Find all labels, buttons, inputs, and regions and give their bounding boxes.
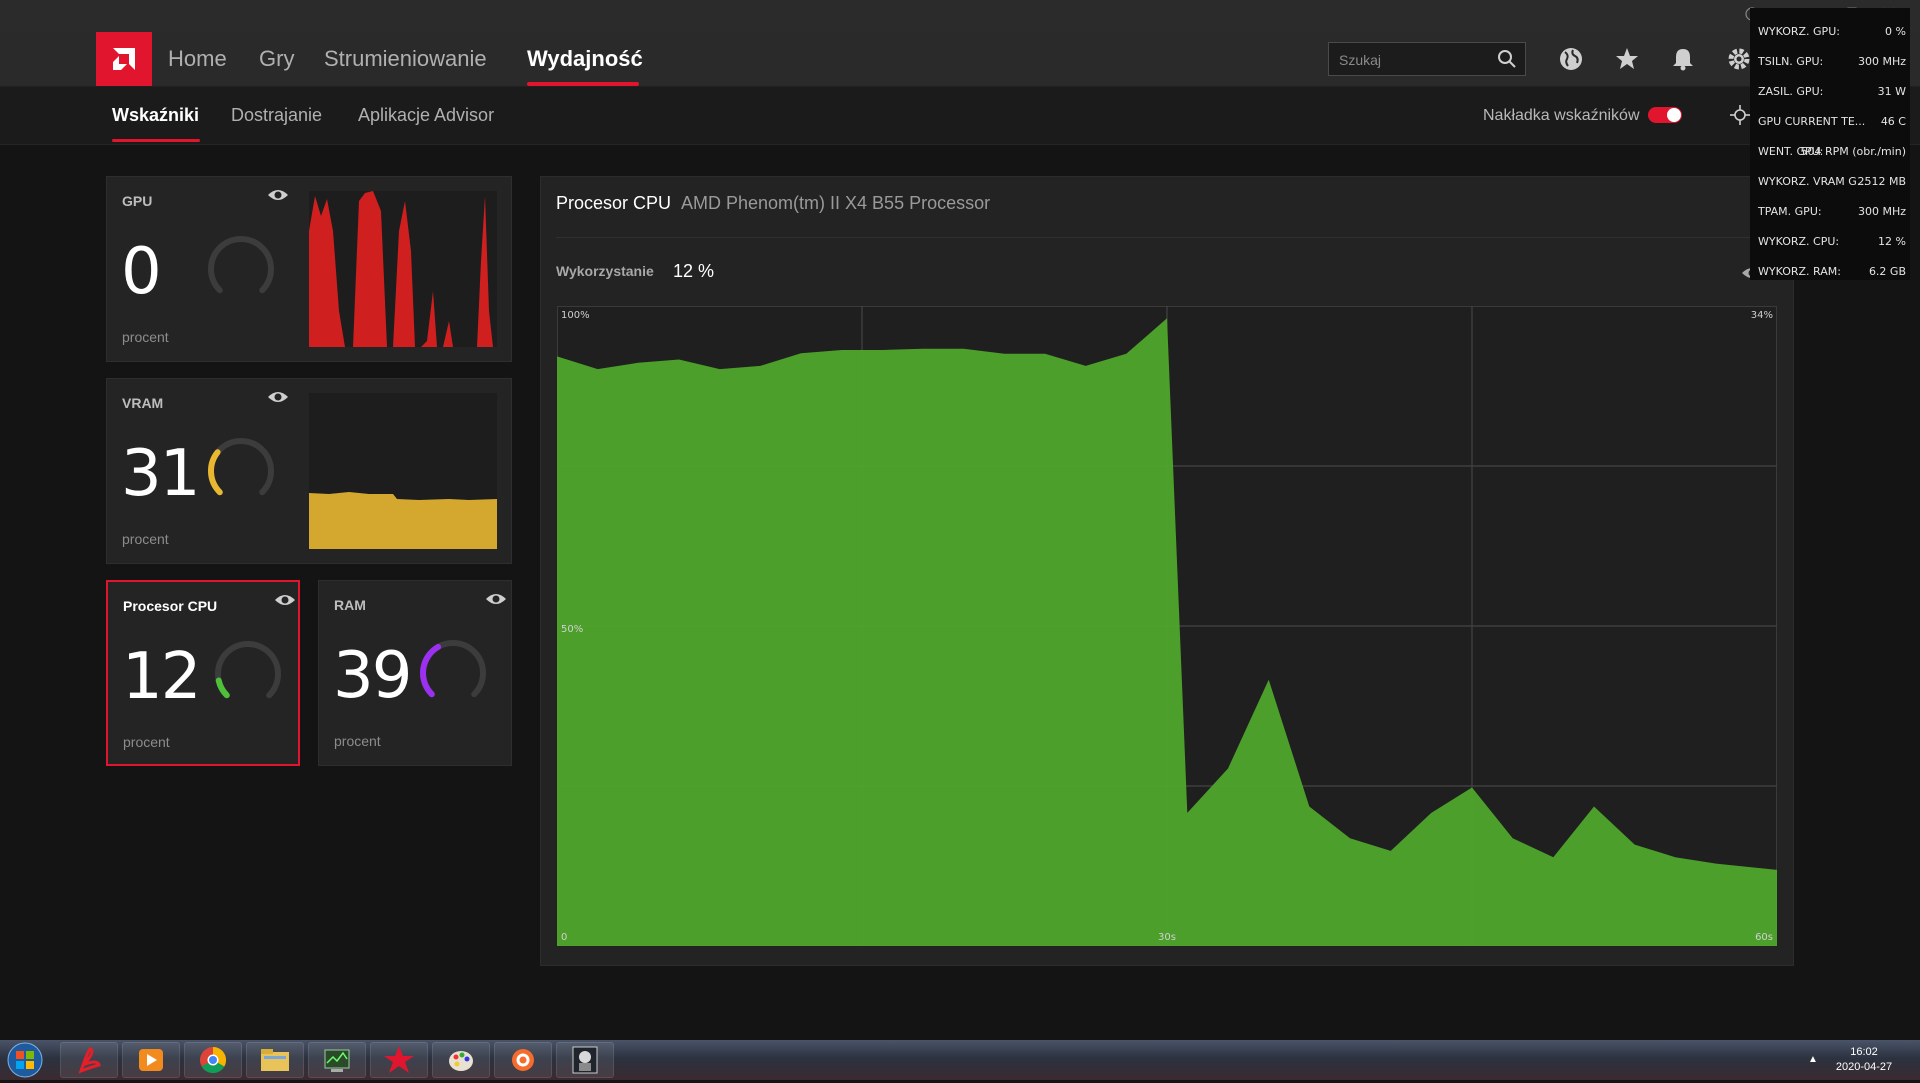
processor-name: AMD Phenom(tm) II X4 B55 Processor <box>681 193 991 213</box>
overlay-metric-label: WYKORZ. RAM: <box>1758 265 1841 278</box>
tile-value: 0 <box>121 235 162 309</box>
overlay-metric-value: 300 MHz <box>1857 205 1906 218</box>
amd-logo-icon[interactable] <box>96 32 152 86</box>
right-value-label: 34% <box>1751 310 1773 321</box>
cpu-detail-panel: Procesor CPU AMD Phenom(tm) II X4 B55 Pr… <box>540 176 1794 966</box>
cpu-metric-tile[interactable]: Procesor CPU 12 procent <box>106 580 300 766</box>
tile-unit: procent <box>123 734 170 750</box>
tile-value: 39 <box>333 639 412 713</box>
clock-date: 2020-04-27 <box>1835 1061 1893 1073</box>
overlay-metric-label: TPAM. GPU: <box>1758 205 1822 218</box>
x-label-start: 0 <box>561 932 567 943</box>
clock-time: 16:02 <box>1850 1046 1878 1058</box>
vram-metric-tile[interactable]: VRAM 31 procent <box>106 378 512 564</box>
tile-name: RAM <box>334 597 366 613</box>
overlay-metric-value: 504 RPM (obr./min) <box>1800 145 1906 158</box>
overlay-metric-value: 2512 MB <box>1857 175 1906 188</box>
overlay-toggle[interactable] <box>1648 107 1682 123</box>
gauge-ring <box>420 640 486 698</box>
task-manager-icon[interactable] <box>308 1042 366 1078</box>
ram-metric-tile[interactable]: RAM 39 procent <box>318 580 512 766</box>
amd-radeon-icon[interactable] <box>370 1042 428 1078</box>
overlay-metric-value: 12 % <box>1878 235 1906 248</box>
bell-icon[interactable] <box>1670 46 1696 72</box>
overlay-toggle-label: Nakładka wskaźników <box>1483 107 1640 124</box>
cpu-usage-chart: 100% 50% 34% 0 30s 60s <box>557 306 1777 946</box>
tile-unit: procent <box>334 733 381 749</box>
panel-divider <box>556 237 1781 238</box>
overlay-metric-value: 31 W <box>1877 85 1906 98</box>
x-label-end: 60s <box>1755 932 1773 943</box>
gauge-ring <box>208 236 274 294</box>
nav-games[interactable]: Gry <box>259 46 294 72</box>
chrome-icon[interactable] <box>184 1042 242 1078</box>
gpu-metric-tile[interactable]: GPU 0 procent <box>106 176 512 362</box>
search-box[interactable] <box>1328 42 1526 76</box>
overlay-metric-label: WYKORZ. VRAM G... <box>1758 175 1868 188</box>
file-explorer-icon[interactable] <box>246 1042 304 1078</box>
tile-name: Procesor CPU <box>123 598 218 614</box>
tile-unit: procent <box>122 329 169 345</box>
overlay-metric-label: GPU CURRENT TE... <box>1758 115 1866 128</box>
windows-taskbar: ▲ 16:02 2020-04-27 <box>0 1040 1920 1080</box>
nav-active-indicator <box>527 82 639 86</box>
vram-history-sparkline <box>309 393 497 549</box>
sub-navigation: Wskaźniki Dostrajanie Aplikacje Advisor … <box>0 87 1920 145</box>
overlay-metric-label: TSILN. GPU: <box>1758 55 1824 68</box>
nav-streaming[interactable]: Strumieniowanie <box>324 46 487 72</box>
search-input[interactable] <box>1337 49 1491 71</box>
metrics-overlay: WYKORZ. GPU: 0 % TSILN. GPU: 300 MHz ZASIL. … <box>1750 8 1910 280</box>
x-label-mid: 30s <box>1158 932 1176 943</box>
window-titlebar <box>0 0 1920 32</box>
windows-start-icon[interactable] <box>6 1042 44 1078</box>
tile-value: 31 <box>121 437 200 511</box>
star-icon[interactable] <box>1614 46 1640 72</box>
nav-home[interactable]: Home <box>168 46 227 72</box>
top-navigation: Home Gry Strumieniowanie Wydajność <box>0 32 1920 87</box>
globe-icon[interactable] <box>1558 46 1584 72</box>
overlay-metric-label: ZASIL. GPU: <box>1758 85 1824 98</box>
origin-icon[interactable] <box>494 1042 552 1078</box>
taskbar-clock[interactable]: 16:02 2020-04-27 <box>1826 1045 1902 1075</box>
overlay-metric-label: WYKORZ. GPU: <box>1758 25 1840 38</box>
toggle-knob <box>1667 108 1681 122</box>
overlay-metric-value: 300 MHz <box>1857 55 1906 68</box>
acrobat-icon[interactable] <box>60 1042 118 1078</box>
overlay-metric-value: 0 % <box>1885 25 1906 38</box>
y-label-mid: 50% <box>561 624 583 635</box>
crosshair-icon[interactable] <box>1730 105 1750 130</box>
tile-name: GPU <box>122 193 153 209</box>
tab-metrics[interactable]: Wskaźniki <box>112 105 199 126</box>
eye-icon[interactable] <box>267 389 289 410</box>
tile-unit: procent <box>122 531 169 547</box>
search-icon[interactable] <box>1497 49 1517 74</box>
paint-icon[interactable] <box>432 1042 490 1078</box>
tab-advisor-apps[interactable]: Aplikacje Advisor <box>358 105 494 126</box>
media-player-icon[interactable] <box>122 1042 180 1078</box>
overlay-metric-value: 6.2 GB <box>1868 265 1906 278</box>
y-label-top: 100% <box>561 310 590 321</box>
tab-tuning[interactable]: Dostrajanie <box>231 105 322 126</box>
tile-value: 12 <box>122 640 201 714</box>
eye-icon[interactable] <box>485 591 507 612</box>
overlay-metric-value: 46 C <box>1880 115 1906 128</box>
tab-active-indicator <box>112 139 200 142</box>
gauge-ring <box>208 438 274 496</box>
eye-icon[interactable] <box>274 592 296 613</box>
gear-icon[interactable] <box>1726 46 1752 72</box>
game-icon[interactable] <box>556 1042 614 1078</box>
gpu-history-sparkline <box>309 191 497 347</box>
tile-name: VRAM <box>122 395 164 411</box>
usage-label: Wykorzystanie <box>556 263 654 279</box>
tray-expand-icon[interactable]: ▲ <box>1808 1054 1818 1065</box>
eye-icon[interactable] <box>267 187 289 208</box>
overlay-metric-label: WYKORZ. CPU: <box>1758 235 1840 248</box>
usage-value: 12 % <box>673 261 715 281</box>
nav-performance[interactable]: Wydajność <box>527 46 643 72</box>
gauge-ring <box>215 641 281 699</box>
panel-title: Procesor CPU <box>556 193 672 213</box>
